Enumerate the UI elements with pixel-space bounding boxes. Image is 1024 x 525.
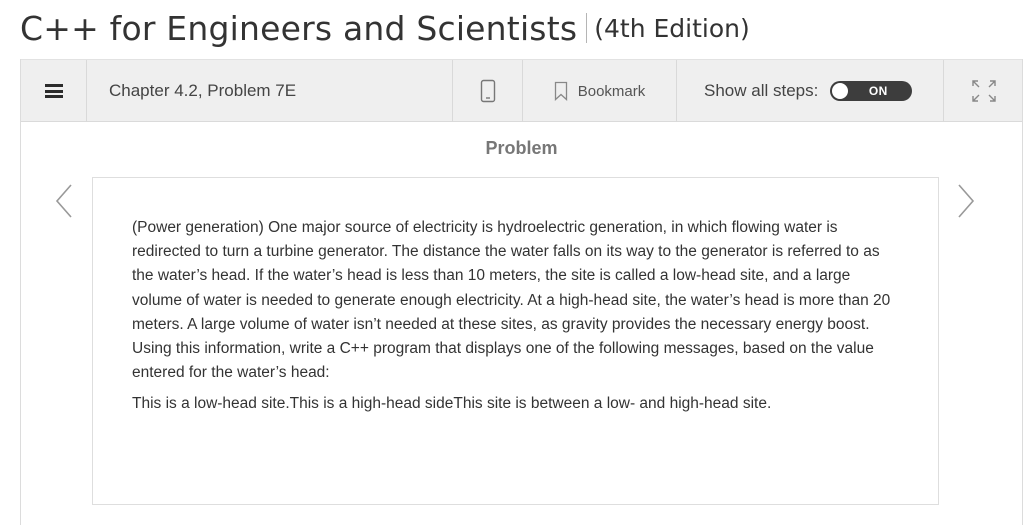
book-edition: (4th Edition) xyxy=(594,13,750,43)
title-divider xyxy=(586,13,588,43)
chevron-right-icon[interactable] xyxy=(951,181,981,221)
solution-frame: Chapter 4.2, Problem 7E Bookmark Show al… xyxy=(20,59,1023,525)
problem-heading: Problem xyxy=(485,138,558,158)
toggle-state-label: ON xyxy=(868,84,888,98)
menu-button[interactable] xyxy=(21,60,87,122)
bookmark-label: Bookmark xyxy=(577,82,646,100)
book-title: C++ for Engineers and Scientists (4th Ed… xyxy=(20,2,750,54)
mobile-view-button[interactable] xyxy=(453,60,523,122)
fullscreen-expand-icon xyxy=(972,80,996,102)
problem-messages: This is a low-head site.This is a high-h… xyxy=(132,395,772,413)
chevron-left-icon[interactable] xyxy=(49,181,79,221)
problem-body: (Power generation) One major source of e… xyxy=(132,216,902,417)
bookmark-button[interactable]: Bookmark xyxy=(523,60,677,122)
show-steps-control: Show all steps: ON xyxy=(677,60,944,122)
book-title-text: C++ for Engineers and Scientists xyxy=(20,8,578,48)
show-steps-toggle[interactable]: ON xyxy=(830,81,913,101)
fullscreen-button[interactable] xyxy=(944,60,1024,122)
bookmark-icon xyxy=(554,81,567,101)
chapter-label: Chapter 4.2, Problem 7E xyxy=(109,81,297,100)
list-menu-icon xyxy=(44,84,63,98)
toggle-knob xyxy=(832,83,849,99)
show-steps-label: Show all steps: xyxy=(704,81,819,100)
problem-card: (Power generation) One major source of e… xyxy=(92,177,939,505)
mobile-device-icon xyxy=(480,79,495,103)
problem-text: (Power generation) One major source of e… xyxy=(132,219,891,382)
chapter-selector[interactable]: Chapter 4.2, Problem 7E xyxy=(87,60,453,122)
toolbar: Chapter 4.2, Problem 7E Bookmark Show al… xyxy=(21,59,1022,122)
